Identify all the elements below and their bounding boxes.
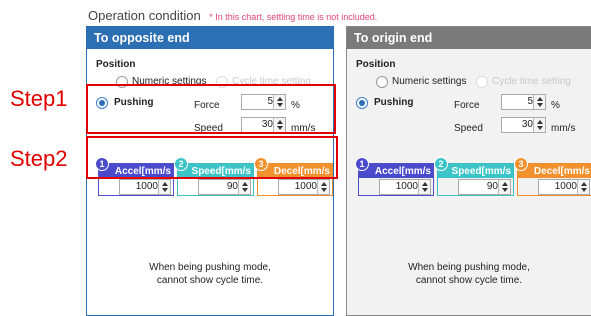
- decel-stepper[interactable]: 1000: [538, 179, 590, 195]
- speed-param-value: 90: [226, 181, 238, 192]
- speed-param-label: Speed[mm/s: [438, 164, 513, 178]
- speed-param-stepper[interactable]: 90: [458, 179, 511, 195]
- pushing-label: Pushing: [374, 97, 414, 108]
- speed-param: Speed[mm/s 2 90: [434, 157, 514, 196]
- origin-end-panel: To origin end Position Numeric settings …: [346, 26, 591, 316]
- decel-label: Decel[mm/s: [518, 164, 591, 178]
- message-line-1: When being pushing mode,: [149, 262, 271, 273]
- stepper-arrows-icon[interactable]: [533, 95, 545, 109]
- operation-condition-header: Operation condition * In this chart, set…: [88, 7, 377, 25]
- accel-label: Accel[mm/s: [359, 164, 433, 178]
- speed-param-stepper[interactable]: 90: [198, 179, 251, 195]
- speed-unit: mm/s: [551, 123, 576, 134]
- force-unit: %: [551, 100, 560, 111]
- cycle-time-label: Cycle time setting: [492, 76, 571, 87]
- stepper-arrows-icon[interactable]: [418, 180, 430, 194]
- accel-number-badge: 1: [355, 157, 369, 171]
- force-stepper[interactable]: 5: [501, 94, 546, 110]
- step1-highlight-box: [86, 84, 336, 134]
- position-label: Position: [96, 59, 136, 70]
- accel-value: 1000: [135, 181, 158, 192]
- decel-stepper[interactable]: 1000: [278, 179, 330, 195]
- step2-highlight-box: [86, 136, 338, 179]
- stepper-arrows-icon[interactable]: [498, 180, 510, 194]
- speed-number-badge: 2: [434, 157, 448, 171]
- speed-label: Speed: [454, 123, 483, 134]
- speed-param-value: 90: [486, 181, 498, 192]
- stepper-arrows-icon[interactable]: [158, 180, 170, 194]
- position-label: Position: [356, 59, 396, 70]
- message-line-2: cannot show cycle time.: [415, 275, 523, 286]
- panel-title: To opposite end: [87, 27, 333, 49]
- decel-param: Decel[mm/s 3 1000: [514, 157, 591, 196]
- cycle-time-message: When being pushing mode, cannot show cyc…: [87, 261, 333, 287]
- decel-value: 1000: [554, 181, 577, 192]
- step1-label: Step1: [10, 86, 68, 111]
- decel-number-badge: 3: [514, 157, 528, 171]
- stepper-arrows-icon[interactable]: [577, 180, 589, 194]
- numeric-settings-radio[interactable]: [376, 76, 388, 88]
- numeric-settings-label: Numeric settings: [392, 76, 467, 87]
- speed-value: 30: [521, 119, 533, 130]
- panel-title: To origin end: [347, 27, 591, 49]
- stepper-arrows-icon[interactable]: [238, 180, 250, 194]
- message-line-1: When being pushing mode,: [408, 262, 530, 273]
- accel-stepper[interactable]: 1000: [379, 179, 431, 195]
- stepper-arrows-icon[interactable]: [317, 180, 329, 194]
- speed-stepper[interactable]: 30: [501, 117, 546, 133]
- pushing-radio[interactable]: [356, 97, 368, 109]
- cycle-time-radio: [476, 76, 488, 88]
- step2-label: Step2: [10, 146, 68, 171]
- accel-value: 1000: [395, 181, 418, 192]
- settling-time-note: * In this chart, settling time is not in…: [209, 12, 378, 22]
- section-title: Operation condition: [88, 8, 201, 23]
- message-line-2: cannot show cycle time.: [156, 275, 264, 286]
- force-label: Force: [454, 100, 480, 111]
- decel-value: 1000: [294, 181, 317, 192]
- cycle-time-message: When being pushing mode, cannot show cyc…: [347, 261, 591, 287]
- accel-stepper[interactable]: 1000: [119, 179, 171, 195]
- stepper-arrows-icon[interactable]: [533, 118, 545, 132]
- accel-param: Accel[mm/s 1 1000: [355, 157, 434, 196]
